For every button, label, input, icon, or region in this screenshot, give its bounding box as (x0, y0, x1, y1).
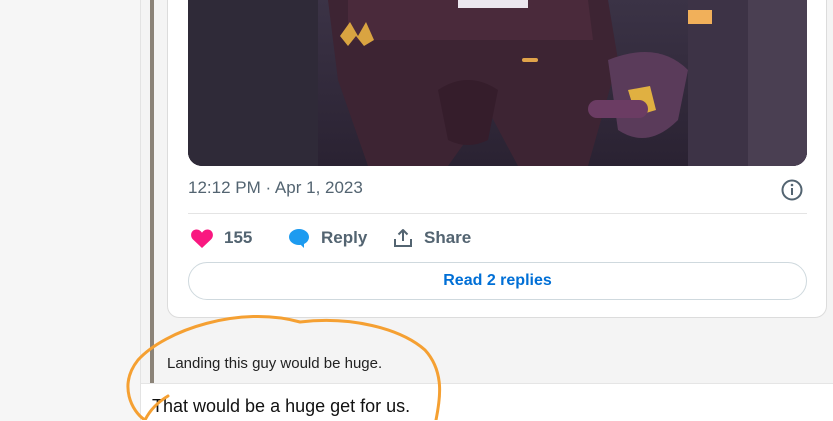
heart-icon (191, 229, 213, 248)
like-button[interactable]: 155 (190, 226, 252, 250)
post-text: That would be a huge get for us. (152, 396, 411, 416)
share-icon (394, 229, 412, 247)
quoted-comment-text: Landing this guy would be huge. (167, 355, 383, 372)
reply-button[interactable]: Reply (287, 226, 367, 250)
share-label: Share (424, 228, 472, 247)
share-button[interactable]: Share (392, 226, 471, 250)
reply-bubble-icon (289, 229, 309, 248)
left-rail (0, 0, 141, 420)
tweet-timestamp[interactable]: 12:12 PM · Apr 1, 2023 (188, 178, 363, 198)
read-replies-label: Read 2 replies (443, 272, 552, 289)
tweet-photo[interactable] (188, 0, 807, 166)
like-count: 155 (224, 228, 253, 247)
reply-label: Reply (321, 228, 368, 247)
info-icon[interactable] (780, 178, 804, 202)
quote-bar (150, 0, 154, 383)
tweet-divider (188, 213, 807, 214)
read-replies-button[interactable]: Read 2 replies (188, 262, 807, 300)
football-player-photo (188, 0, 807, 166)
